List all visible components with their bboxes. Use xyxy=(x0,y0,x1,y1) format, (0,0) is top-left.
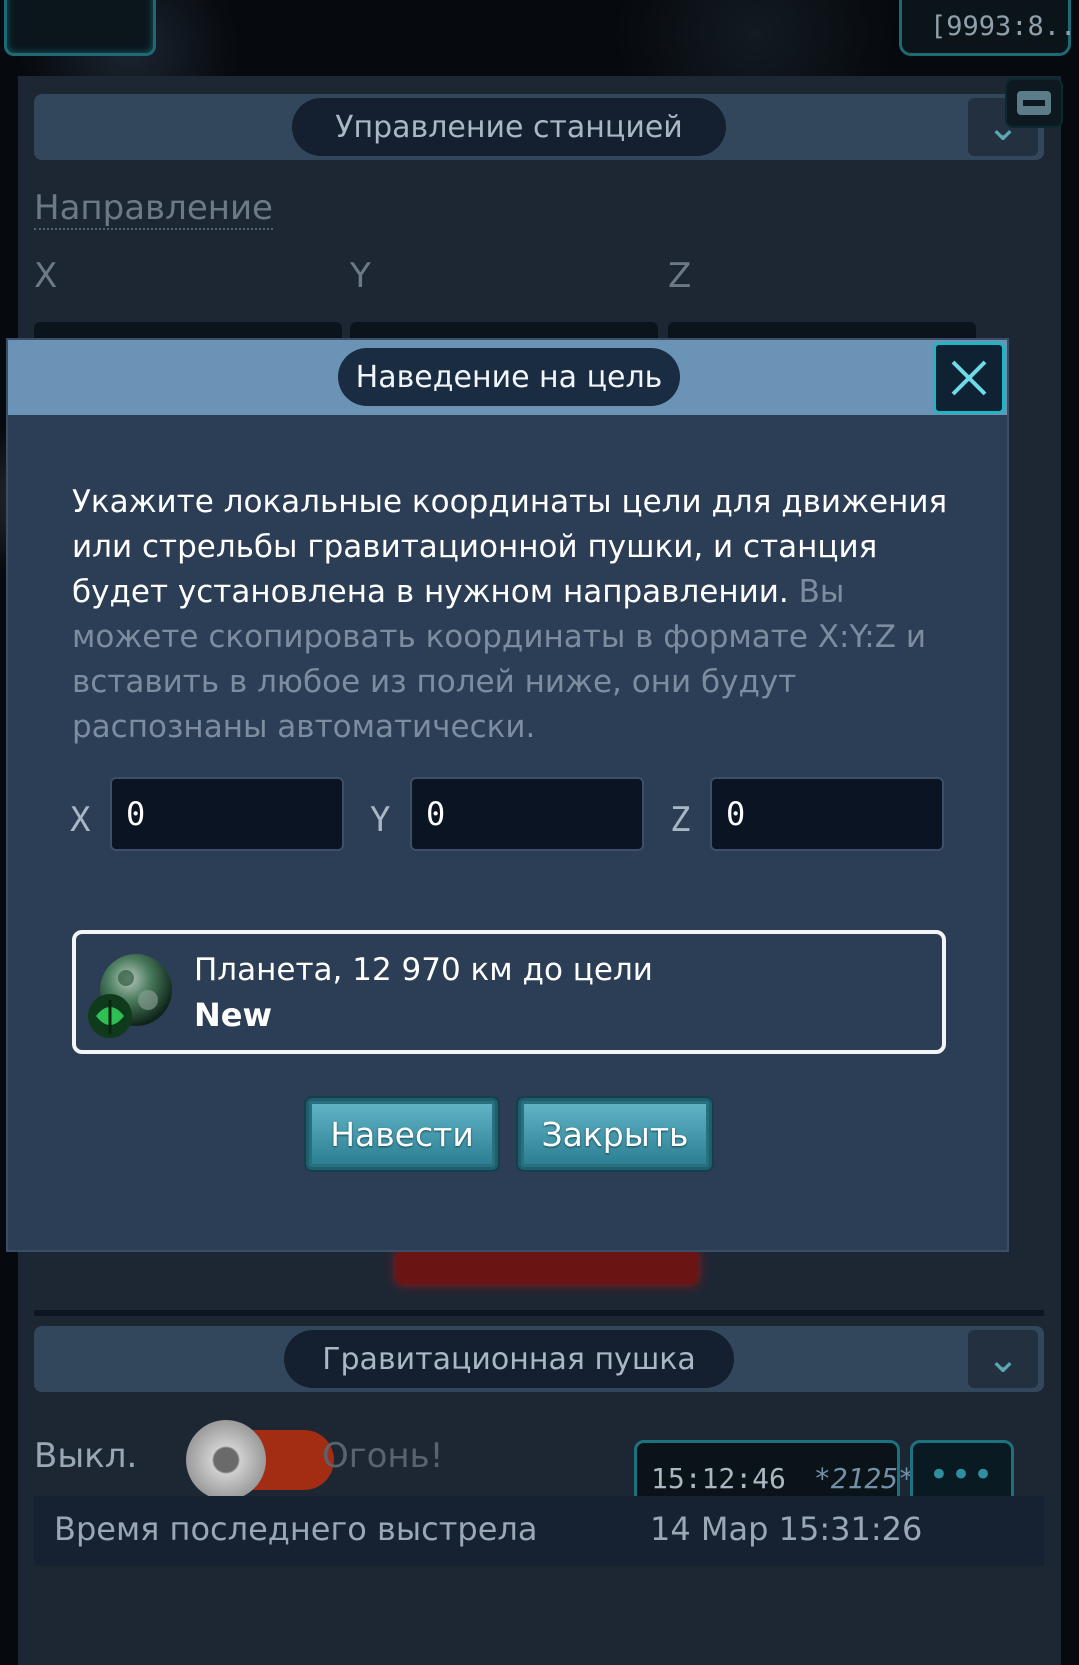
coord-x-label: X xyxy=(70,800,91,840)
close-button[interactable]: Закрыть xyxy=(518,1098,712,1170)
coord-z-label: Z xyxy=(670,800,691,840)
clock-tag: *2125* xyxy=(813,1461,916,1495)
station-control-header[interactable]: Управление станцией ⌄ xyxy=(34,94,1044,160)
fire-toggle-knob[interactable] xyxy=(186,1420,266,1500)
gravity-cannon-header[interactable]: Гравитационная пушка ⌄ xyxy=(34,1326,1044,1392)
chevron-down-icon[interactable]: ⌄ xyxy=(968,1330,1038,1388)
fire-toggle-row: Выкл. Огонь! 15:12:46 *2125* ••• xyxy=(34,1420,1054,1516)
last-shot-time: 14 Мар 15:31:26 xyxy=(650,1510,923,1548)
dialog-title: Наведение на цель xyxy=(338,348,680,406)
close-icon[interactable] xyxy=(933,342,1005,414)
panel-divider xyxy=(34,1310,1044,1316)
target-planet-item[interactable]: Планета, 12 970 км до цели New xyxy=(72,930,946,1054)
axis-z-label: Z xyxy=(668,256,692,296)
coord-y-label: Y xyxy=(370,800,391,840)
coord-x-input[interactable]: 0 xyxy=(110,777,344,851)
last-shot-label: Время последнего выстрела xyxy=(54,1510,538,1548)
aim-button[interactable]: Навести xyxy=(306,1098,498,1170)
direction-label[interactable]: Направление xyxy=(34,188,273,230)
last-shot-row: Время последнего выстрела 14 Мар 15:31:2… xyxy=(34,1496,1044,1566)
toggle-fire-label: Огонь! xyxy=(322,1436,444,1476)
red-action-button[interactable] xyxy=(396,1250,698,1284)
target-name: New xyxy=(194,996,273,1034)
planet-icon xyxy=(88,954,172,1038)
top-coordinates-display[interactable]: [9993:8... xyxy=(899,0,1079,56)
dialog-description: Укажите локальные координаты цели для дв… xyxy=(72,480,952,750)
gravity-cannon-title: Гравитационная пушка xyxy=(284,1330,734,1388)
target-distance: Планета, 12 970 км до цели xyxy=(194,952,653,988)
clock-time: 15:12:46 xyxy=(651,1461,786,1495)
targeting-dialog: Наведение на цель Укажите локальные коор… xyxy=(6,338,1009,1252)
minimize-button[interactable] xyxy=(1005,78,1063,128)
axis-y-label: Y xyxy=(350,256,371,296)
coord-z-input[interactable]: 0 xyxy=(710,777,944,851)
axis-x-label: X xyxy=(34,256,58,296)
dialog-header: Наведение на цель xyxy=(8,340,1007,415)
coord-y-input[interactable]: 0 xyxy=(410,777,644,851)
top-menu-button[interactable] xyxy=(4,0,156,56)
station-control-title: Управление станцией xyxy=(292,98,726,156)
toggle-off-label: Выкл. xyxy=(34,1436,138,1476)
